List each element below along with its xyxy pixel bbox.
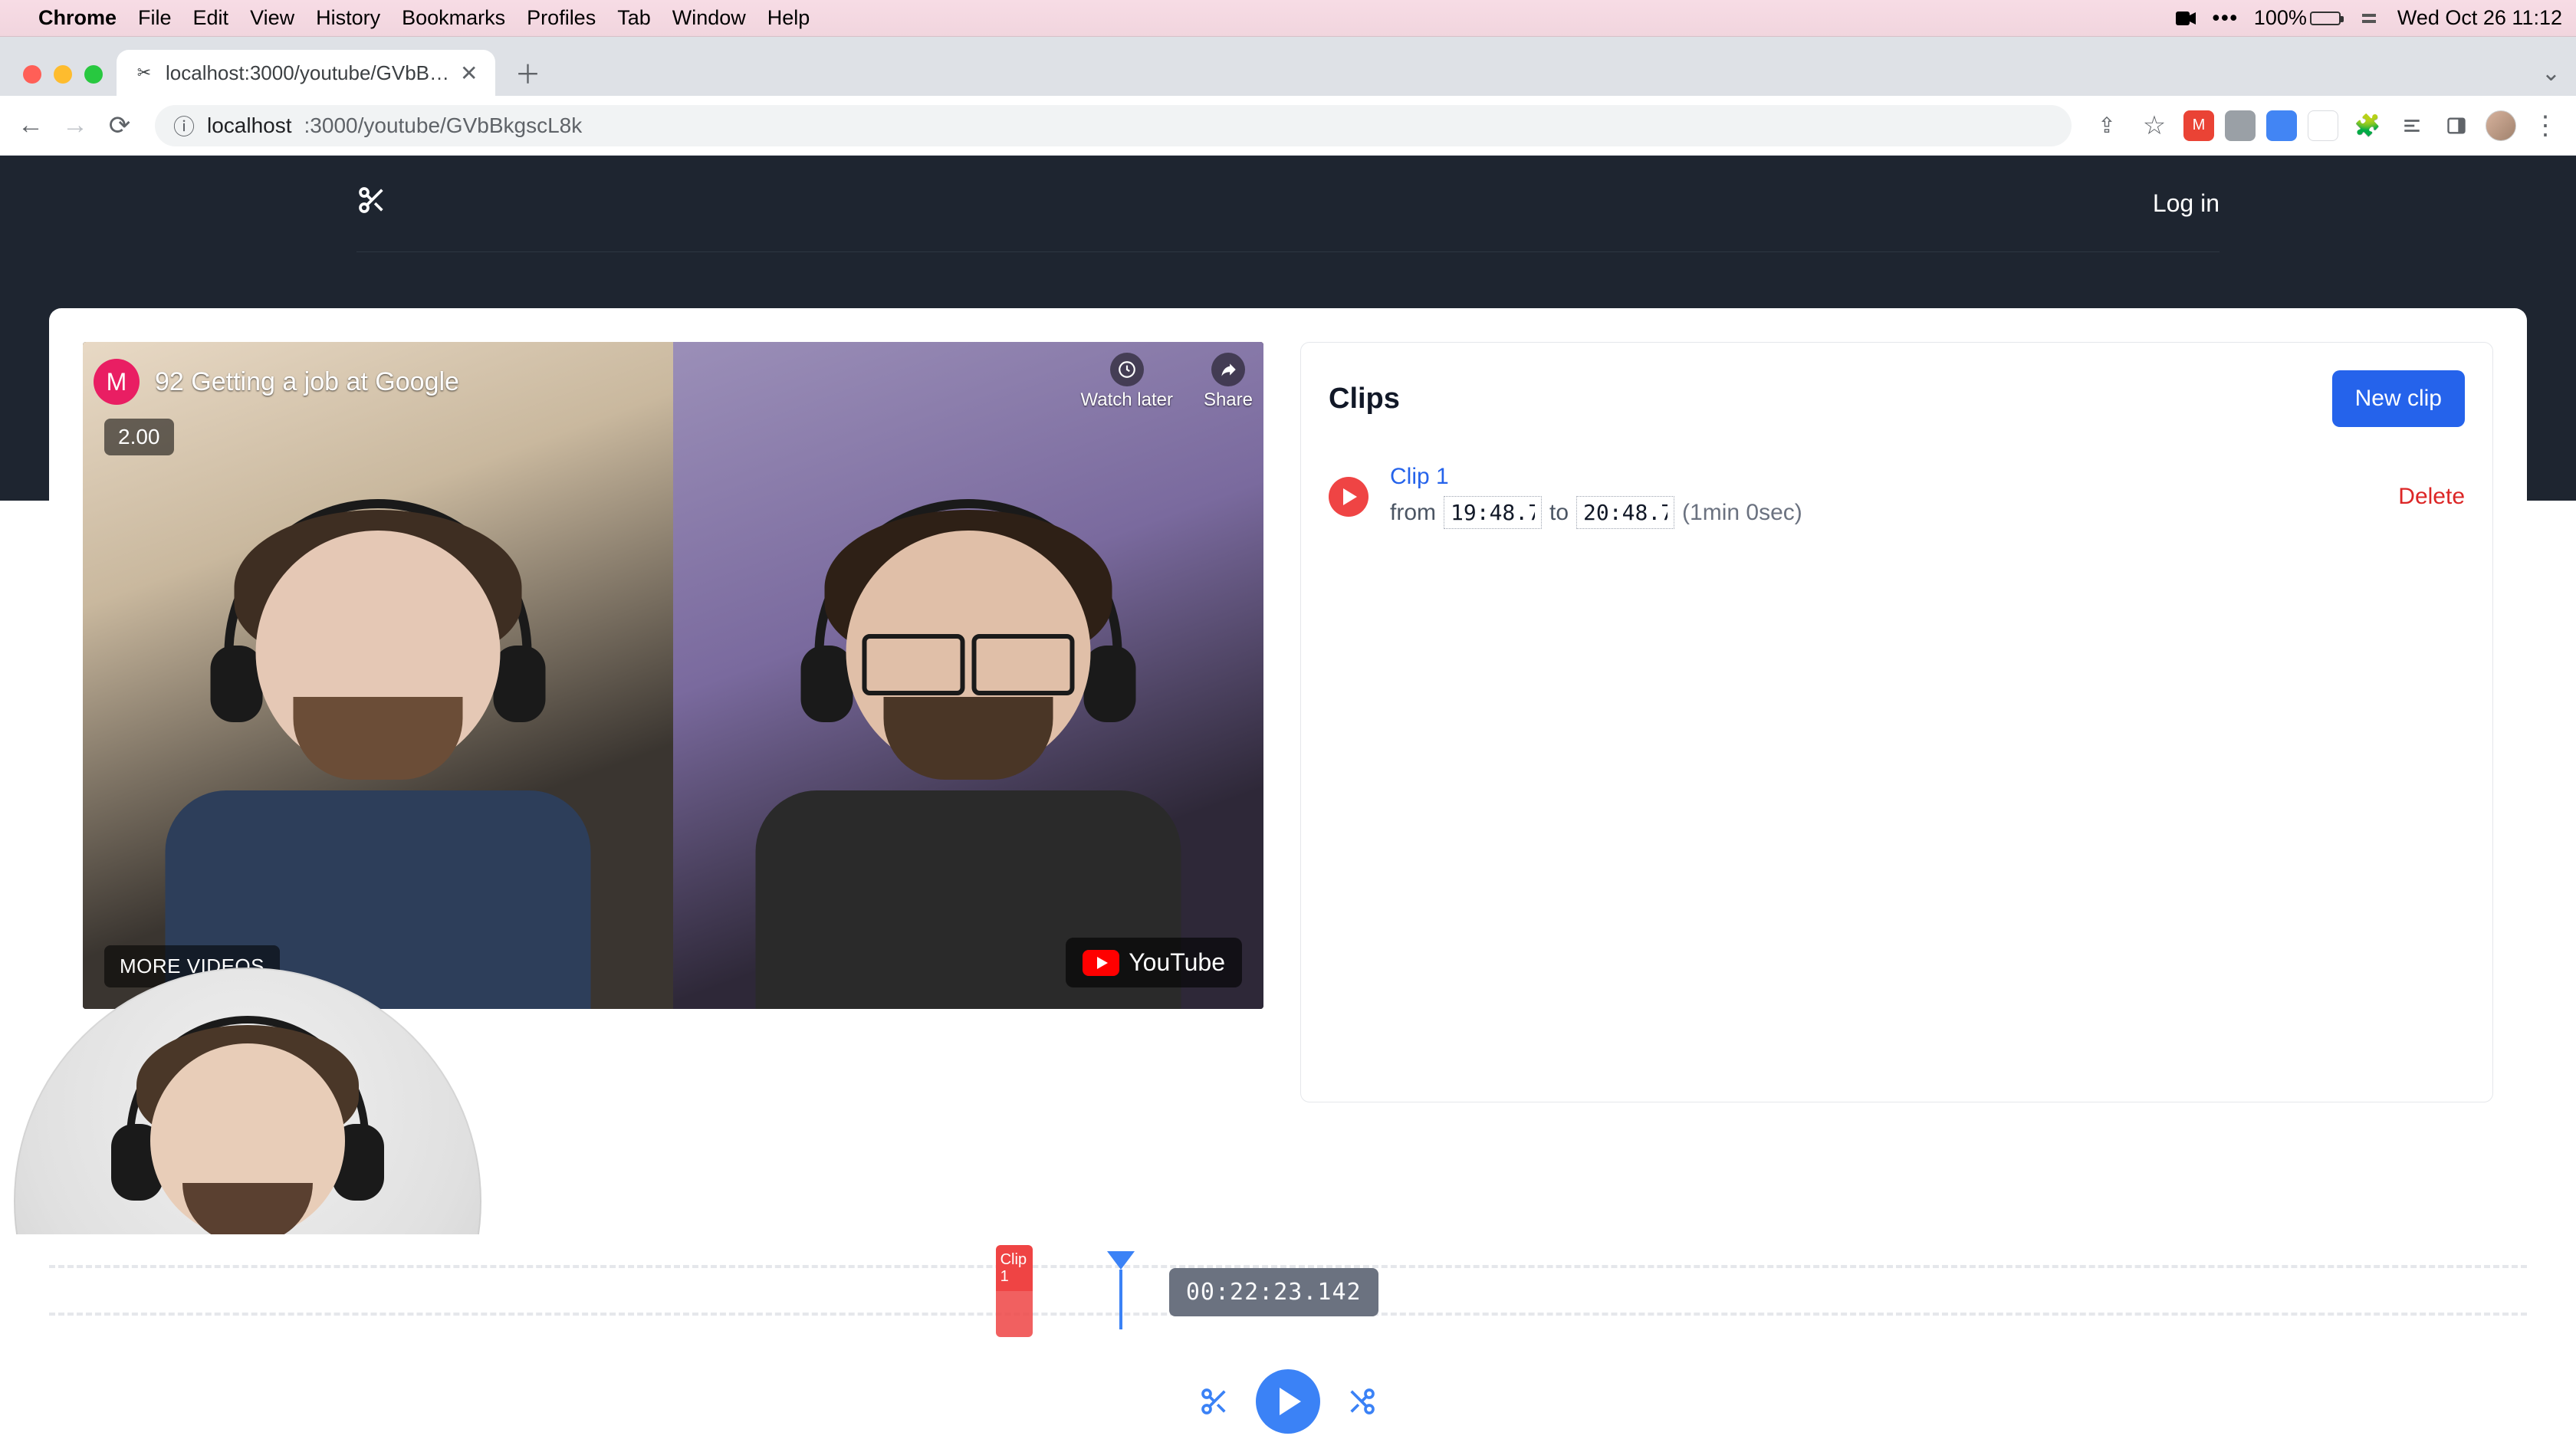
menu-tab[interactable]: Tab — [617, 6, 651, 30]
timeline: Clip 1 00:22:23.142 — [0, 1234, 2576, 1449]
youtube-watermark[interactable]: YouTube — [1066, 938, 1242, 987]
menu-view[interactable]: View — [250, 6, 294, 30]
cut-start-button[interactable] — [1196, 1383, 1233, 1420]
share-label: Share — [1204, 389, 1253, 411]
battery-pct: 100% — [2254, 6, 2307, 30]
timeline-clip-label-2: 1 — [1001, 1268, 1009, 1285]
menu-window[interactable]: Window — [672, 6, 746, 30]
menubar-clock[interactable]: Wed Oct 26 11:12 — [2397, 6, 2562, 30]
clip-from-input[interactable] — [1444, 496, 1542, 529]
battery-status[interactable]: 100% — [2254, 6, 2341, 30]
tab-close-button[interactable]: ✕ — [460, 61, 478, 86]
tabs-overflow-button[interactable]: ⌄ — [2542, 60, 2576, 96]
login-link[interactable]: Log in — [2153, 189, 2220, 218]
video-player[interactable]: M 92 Getting a job at Google Watch later… — [83, 342, 1263, 1009]
share-button[interactable]: ⇪ — [2088, 107, 2125, 144]
menu-edit[interactable]: Edit — [193, 6, 229, 30]
url-host: localhost — [207, 113, 292, 138]
camera-icon[interactable] — [2174, 7, 2197, 30]
playhead-handle-icon — [1107, 1251, 1135, 1270]
window-minimize-button[interactable] — [54, 65, 72, 84]
new-tab-button[interactable]: ＋ — [511, 54, 546, 90]
macos-menubar: Chrome File Edit View History Bookmarks … — [0, 0, 2576, 37]
profile-avatar[interactable] — [2486, 110, 2516, 141]
site-info-icon[interactable]: ⓘ — [173, 110, 195, 141]
chrome-toolbar: ← → ⟳ ⓘ localhost :3000/youtube/GVbBkgscL… — [0, 96, 2576, 156]
clip-from-label: from — [1390, 500, 1436, 526]
clip-item: Clip 1 from to (1min 0sec) Delete — [1329, 458, 2465, 535]
watch-later-button[interactable]: Watch later — [1080, 353, 1172, 411]
menu-history[interactable]: History — [316, 6, 380, 30]
bookmark-button[interactable]: ☆ — [2136, 107, 2173, 144]
menubar-extra-icon[interactable] — [2358, 7, 2380, 30]
timeline-clip-marker[interactable]: Clip 1 — [996, 1245, 1033, 1291]
timeline-timecode: 00:22:23.142 — [1169, 1268, 1378, 1316]
extension-icon-2[interactable] — [2225, 110, 2256, 141]
battery-icon — [2310, 12, 2341, 25]
menu-bookmarks[interactable]: Bookmarks — [402, 6, 505, 30]
window-controls — [14, 65, 117, 96]
clock-icon — [1110, 353, 1144, 386]
new-clip-button[interactable]: New clip — [2332, 370, 2465, 427]
cut-end-button[interactable] — [1343, 1383, 1380, 1420]
url-path: :3000/youtube/GVbBkgscL8k — [304, 113, 583, 138]
back-button[interactable]: ← — [12, 107, 49, 144]
side-panel-button[interactable] — [2438, 107, 2475, 144]
youtube-play-icon — [1083, 950, 1119, 976]
extension-icon-1[interactable]: M — [2183, 110, 2214, 141]
clip-play-button[interactable] — [1329, 477, 1368, 517]
timeline-play-button[interactable] — [1256, 1369, 1320, 1434]
chrome-tabstrip: ✂︎ localhost:3000/youtube/GVbB… ✕ ＋ ⌄ — [0, 37, 2576, 96]
window-close-button[interactable] — [23, 65, 41, 84]
timeline-clip-label-1: Clip — [1001, 1251, 1027, 1268]
clip-to-input[interactable] — [1576, 496, 1674, 529]
menubar-app-name[interactable]: Chrome — [38, 6, 117, 30]
menu-file[interactable]: File — [138, 6, 172, 30]
extension-icon-3[interactable] — [2266, 110, 2297, 141]
window-zoom-button[interactable] — [84, 65, 103, 84]
tab-title: localhost:3000/youtube/GVbB… — [166, 61, 449, 85]
menu-help[interactable]: Help — [767, 6, 810, 30]
watch-later-label: Watch later — [1080, 389, 1172, 411]
clip-name-link[interactable]: Clip 1 — [1390, 464, 1802, 490]
browser-tab[interactable]: ✂︎ localhost:3000/youtube/GVbB… ✕ — [117, 50, 495, 96]
app-logo-scissors-icon[interactable] — [356, 185, 387, 223]
clip-duration: (1min 0sec) — [1682, 500, 1802, 526]
clip-to-label: to — [1549, 500, 1569, 526]
menu-profiles[interactable]: Profiles — [527, 6, 596, 30]
reload-button[interactable]: ⟳ — [101, 107, 138, 144]
chrome-menu-button[interactable]: ⋮ — [2527, 107, 2564, 144]
video-frame — [83, 342, 1263, 1009]
extension-icon-4[interactable] — [2308, 110, 2338, 141]
video-channel-avatar[interactable]: M — [94, 359, 140, 405]
clips-panel: Clips New clip Clip 1 from to (1min 0sec… — [1300, 342, 2493, 1102]
video-title[interactable]: 92 Getting a job at Google — [155, 367, 459, 397]
timeline-playhead[interactable] — [1107, 1251, 1135, 1329]
share-video-button[interactable]: Share — [1204, 353, 1253, 411]
share-icon — [1211, 353, 1245, 386]
forward-button[interactable]: → — [57, 107, 94, 144]
video-participant-left — [113, 488, 644, 1009]
youtube-brand-text: YouTube — [1129, 948, 1225, 977]
address-bar[interactable]: ⓘ localhost :3000/youtube/GVbBkgscL8k — [155, 105, 2072, 146]
timeline-track[interactable]: Clip 1 00:22:23.142 — [49, 1265, 2527, 1316]
control-center-icon[interactable]: ••• — [2214, 7, 2237, 30]
timeline-controls — [1196, 1369, 1380, 1434]
playback-speed-badge: 2.00 — [104, 419, 174, 455]
clip-delete-button[interactable]: Delete — [2398, 484, 2465, 510]
clips-heading: Clips — [1329, 383, 1400, 416]
tab-favicon-icon: ✂︎ — [133, 62, 155, 84]
extension-icon-5[interactable] — [2397, 110, 2427, 141]
playhead-line — [1119, 1270, 1122, 1329]
video-participant-right — [703, 488, 1234, 1009]
extensions-button[interactable]: 🧩 — [2349, 107, 2386, 144]
